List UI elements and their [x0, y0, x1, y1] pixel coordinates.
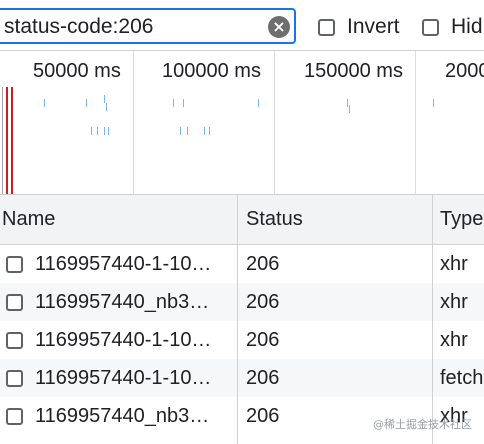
- timeline-gridline: [133, 51, 134, 194]
- request-mark: [104, 95, 105, 103]
- request-name: 1169957440-1-10…: [35, 367, 212, 389]
- request-mark: [104, 127, 105, 135]
- row-checkbox[interactable]: [6, 408, 23, 425]
- table-row[interactable]: 1169957440-1-10… 206 xhr: [0, 245, 484, 283]
- invert-label: Invert: [347, 15, 400, 38]
- watermark: @稀土掘金技术社区: [373, 418, 472, 431]
- clear-icon[interactable]: ×: [268, 16, 290, 38]
- request-mark: [204, 127, 205, 135]
- request-status: 206: [246, 291, 280, 313]
- request-mark: [209, 127, 210, 135]
- invert-checkbox-group[interactable]: Invert: [318, 14, 400, 40]
- timeline-tick-label: 50000 ms: [33, 60, 121, 82]
- request-mark: [108, 127, 109, 135]
- request-type: xhr: [440, 253, 468, 275]
- request-status: 206: [246, 253, 280, 275]
- invert-checkbox[interactable]: [318, 18, 335, 36]
- request-type: xhr: [440, 291, 468, 313]
- request-mark: [258, 99, 259, 107]
- timeline-overview[interactable]: 50000 ms 100000 ms 150000 ms 2000: [0, 51, 484, 195]
- table-row[interactable]: 1169957440-1-10… 206 fetch: [0, 359, 484, 397]
- hide-label: Hid: [451, 15, 483, 38]
- request-mark: [91, 127, 92, 135]
- row-checkbox[interactable]: [6, 294, 23, 311]
- table-row[interactable]: 1169957440-1-10… 206 xhr: [0, 321, 484, 359]
- row-checkbox[interactable]: [6, 370, 23, 387]
- request-mark: [86, 99, 87, 107]
- filter-input[interactable]: [4, 14, 264, 40]
- request-name: 1169957440-1-10…: [35, 329, 212, 351]
- row-checkbox[interactable]: [6, 256, 23, 273]
- request-name: 1169957440-1-10…: [35, 253, 212, 275]
- request-status: 206: [246, 405, 280, 427]
- load-event-line: [6, 87, 8, 194]
- request-mark: [433, 99, 434, 107]
- table-row[interactable]: 1169957440_nb3… 206 xhr: [0, 283, 484, 321]
- table-header: Name Status Type: [0, 195, 484, 245]
- request-mark: [347, 99, 348, 107]
- request-mark: [183, 99, 184, 107]
- timeline-tick-label: 100000 ms: [162, 60, 261, 82]
- request-type: xhr: [440, 329, 468, 351]
- filter-bar: × Invert Hid: [0, 0, 484, 51]
- column-header-name[interactable]: Name: [2, 195, 55, 244]
- request-mark: [173, 99, 174, 107]
- request-name: 1169957440_nb3…: [35, 291, 210, 313]
- request-name: 1169957440_nb3…: [35, 405, 210, 427]
- column-divider[interactable]: [237, 195, 238, 444]
- load-event-line: [11, 87, 13, 194]
- request-mark: [349, 105, 350, 113]
- timeline-tick-label: 2000: [445, 60, 484, 82]
- dom-content-loaded-line: [2, 87, 3, 194]
- hide-checkbox[interactable]: [422, 18, 439, 36]
- request-status: 206: [246, 329, 280, 351]
- request-type: fetch: [440, 367, 484, 389]
- column-header-status[interactable]: Status: [246, 195, 303, 244]
- request-mark: [180, 127, 181, 135]
- request-mark: [44, 99, 45, 107]
- request-table: Name Status Type 1169957440-1-10… 206 xh…: [0, 195, 484, 444]
- request-mark: [97, 127, 98, 135]
- row-checkbox[interactable]: [6, 332, 23, 349]
- filter-input-wrapper: ×: [0, 8, 296, 44]
- hide-checkbox-group[interactable]: Hid: [422, 14, 483, 40]
- request-mark: [106, 103, 107, 111]
- request-status: 206: [246, 367, 280, 389]
- timeline-tick-label: 150000 ms: [304, 60, 403, 82]
- timeline-gridline: [415, 51, 416, 194]
- column-header-type[interactable]: Type: [440, 195, 483, 244]
- timeline-gridline: [274, 51, 275, 194]
- request-mark: [187, 127, 188, 135]
- column-divider[interactable]: [432, 195, 433, 444]
